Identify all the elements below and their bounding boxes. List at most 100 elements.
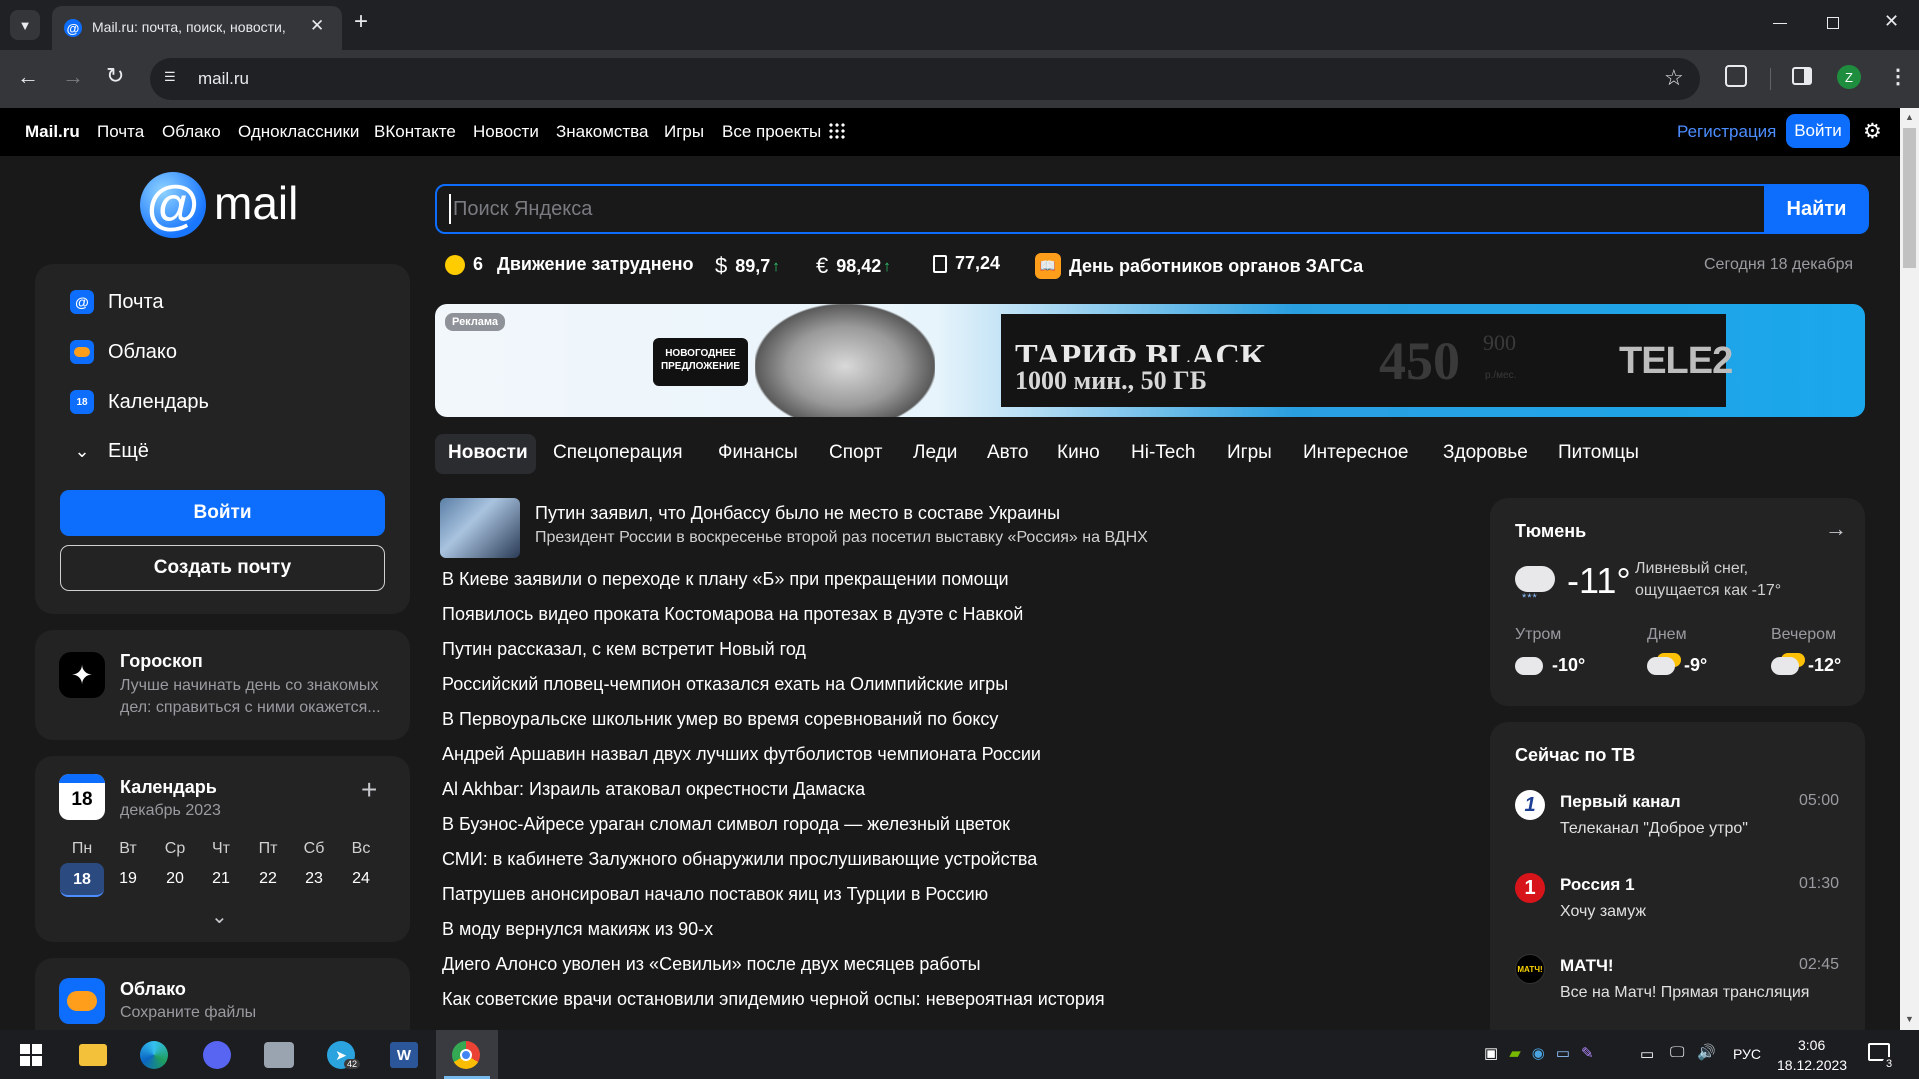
tv-channel-row[interactable]: 1 Россия 1 01:30 Хочу замуж <box>1515 873 1855 933</box>
language-indicator[interactable]: РУС <box>1733 1046 1761 1062</box>
calendar-day[interactable]: 22 <box>248 870 288 888</box>
volume-icon[interactable]: 🔊 <box>1697 1043 1716 1061</box>
ad-banner[interactable]: Реклама НОВОГОДНЕЕ ПРЕДЛОЖЕНИЕ ТАРИФ BLA… <box>435 304 1865 417</box>
search-input[interactable] <box>449 194 1469 224</box>
discord-icon[interactable] <box>203 1041 231 1069</box>
sidebar-item-mail[interactable]: @ Почта <box>70 290 164 314</box>
chrome-taskbar-active[interactable] <box>436 1030 498 1079</box>
display-icon[interactable]: 🖵 <box>1670 1044 1684 1061</box>
clock-date[interactable]: 18.12.2023 <box>1777 1057 1847 1073</box>
calendar-day[interactable]: 23 <box>294 870 334 888</box>
tray-monitor-icon[interactable]: ▭ <box>1556 1044 1570 1064</box>
tab-hitech[interactable]: Hi-Tech <box>1131 442 1195 464</box>
windows-start-icon[interactable] <box>20 1044 42 1066</box>
calendar-day-today[interactable]: 18 <box>60 863 104 897</box>
clock-time[interactable]: 3:06 <box>1798 1037 1825 1053</box>
tab-interesting[interactable]: Интересное <box>1303 442 1408 464</box>
browser-tab-active[interactable]: @ Mail.ru: почта, поиск, новости, ✕ <box>52 6 342 50</box>
eur-rate[interactable]: € 98,42 ↑ <box>816 253 891 279</box>
tab-sport[interactable]: Спорт <box>829 442 882 464</box>
calendar-day[interactable]: 21 <box>201 870 241 888</box>
url-text[interactable]: mail.ru <box>198 69 249 89</box>
tv-channel-row[interactable]: МАТЧ! МАТЧ! 02:45 Все на Матч! Прямая тр… <box>1515 954 1855 1014</box>
news-item[interactable]: Андрей Аршавин назвал двух лучших футбол… <box>442 744 1041 765</box>
tray-icons[interactable]: ▣ ▰ ◉ ▭ ✎ <box>1484 1044 1634 1064</box>
settings-gear-icon[interactable]: ⚙ <box>1863 119 1882 144</box>
nav-link-news[interactable]: Новости <box>473 122 539 142</box>
news-item[interactable]: В Буэнос-Айресе ураган сломал символ гор… <box>442 814 1010 835</box>
address-bar[interactable]: ☰ mail.ru ☆ <box>150 58 1700 100</box>
usd-rate[interactable]: $ 89,7 ↑ <box>715 253 780 279</box>
tab-auto[interactable]: Авто <box>987 442 1028 464</box>
sidebar-item-calendar[interactable]: 18 Календарь <box>70 390 209 414</box>
calendar-title[interactable]: Календарь <box>120 777 217 798</box>
traffic-widget[interactable]: 6 Движение затруднено <box>445 254 694 275</box>
sidebar-item-cloud[interactable]: Облако <box>70 340 177 364</box>
news-item[interactable]: В моду вернулся макияж из 90-х <box>442 919 713 940</box>
tab-finance[interactable]: Финансы <box>718 442 798 464</box>
register-link[interactable]: Регистрация <box>1677 122 1776 142</box>
horoscope-card[interactable]: ✦ Гороскоп Лучше начинать день со знаком… <box>35 630 410 740</box>
network-globe-icon[interactable]: ◉ <box>1532 1044 1545 1064</box>
edge-icon[interactable] <box>140 1041 168 1069</box>
login-button[interactable]: Войти <box>60 490 385 536</box>
news-item[interactable]: В Киеве заявили о переходе к плану «Б» п… <box>442 569 1009 590</box>
topnav-login-button[interactable]: Войти <box>1786 114 1850 148</box>
tab-news[interactable]: Новости <box>448 442 528 464</box>
nav-link-ok[interactable]: Одноклассники <box>238 122 359 142</box>
news-item[interactable]: Al Akhbar: Израиль атаковал окрестности … <box>442 779 865 800</box>
news-item[interactable]: Как советские врачи остановили эпидемию … <box>442 989 1105 1010</box>
news-item[interactable]: Российский пловец-чемпион отказался ехат… <box>442 674 1008 695</box>
sidebar-item-more[interactable]: ⌄ Ещё <box>70 440 148 463</box>
menu-kebab-icon[interactable]: ⋮ <box>1888 64 1908 89</box>
tab-lady[interactable]: Леди <box>913 442 957 464</box>
nav-link-games[interactable]: Игры <box>664 122 704 142</box>
app-icon[interactable] <box>264 1042 294 1068</box>
side-panel-icon[interactable] <box>1792 67 1812 85</box>
extensions-icon[interactable] <box>1725 65 1747 87</box>
tab-pets[interactable]: Питомцы <box>1558 442 1639 464</box>
word-icon[interactable]: W <box>390 1042 418 1068</box>
oil-rate[interactable]: 77,24 <box>933 253 1000 274</box>
mail-logo[interactable]: @ mail <box>140 172 320 244</box>
tab-games[interactable]: Игры <box>1227 442 1272 464</box>
tab-health[interactable]: Здоровье <box>1443 442 1528 464</box>
create-mail-button[interactable]: Создать почту <box>60 545 385 591</box>
calendar-day[interactable]: 24 <box>341 870 381 888</box>
nav-link-all-projects[interactable]: Все проекты <box>722 122 821 142</box>
lead-news-title[interactable]: Путин заявил, что Донбассу было не место… <box>535 503 1060 524</box>
nvidia-icon[interactable]: ▰ <box>1509 1044 1521 1064</box>
site-info-icon[interactable]: ☰ <box>164 69 184 89</box>
news-item[interactable]: Путин рассказал, с кем встретит Новый го… <box>442 639 806 660</box>
nav-link-dating[interactable]: Знакомства <box>556 122 648 142</box>
scroll-down-arrow-icon[interactable]: ▼ <box>1905 1014 1914 1024</box>
pen-icon[interactable]: ✎ <box>1581 1044 1594 1064</box>
page-scrollbar[interactable]: ▲ ▼ <box>1900 108 1919 1030</box>
apps-grid-icon[interactable] <box>828 122 846 140</box>
news-item[interactable]: В Первоуральске школьник умер во время с… <box>442 709 998 730</box>
weather-card[interactable]: Тюмень → *** -11° Ливневый снег, ощущает… <box>1490 498 1865 706</box>
search-button[interactable]: Найти <box>1764 184 1869 234</box>
news-item[interactable]: Диего Алонсо уволен из «Севильи» после д… <box>442 954 981 975</box>
cloud-card[interactable]: Облако Сохраните файлы <box>35 958 410 1030</box>
file-explorer-icon[interactable] <box>79 1044 107 1066</box>
calendar-day[interactable]: 19 <box>108 870 148 888</box>
new-tab-icon[interactable]: + <box>354 8 368 36</box>
arrow-right-icon[interactable]: → <box>1825 516 1847 542</box>
battery-icon[interactable]: ▭ <box>1640 1045 1654 1063</box>
tab-cinema[interactable]: Кино <box>1057 442 1100 464</box>
news-item[interactable]: Появилось видео проката Костомарова на п… <box>442 604 1023 625</box>
nav-link-vk[interactable]: ВКонтакте <box>374 122 456 142</box>
news-item[interactable]: Патрушев анонсировал начало поставок яиц… <box>442 884 988 905</box>
tray-app-icon[interactable]: ▣ <box>1484 1044 1498 1064</box>
tab-special-operation[interactable]: Спецоперация <box>553 442 683 464</box>
tv-channel-row[interactable]: 1 Первый канал 05:00 Телеканал "Доброе у… <box>1515 790 1855 850</box>
close-window-icon[interactable]: ✕ <box>1884 11 1899 32</box>
holiday-widget[interactable]: 📖 День работников органов ЗАГСа <box>1035 253 1363 279</box>
lead-news-image[interactable] <box>440 498 520 558</box>
nav-link-mail[interactable]: Почта <box>97 122 144 142</box>
tab-close-icon[interactable]: ✕ <box>310 16 324 36</box>
forward-icon[interactable]: → <box>62 64 84 90</box>
minimize-icon[interactable] <box>1773 23 1787 24</box>
bookmark-star-icon[interactable]: ☆ <box>1664 65 1684 91</box>
